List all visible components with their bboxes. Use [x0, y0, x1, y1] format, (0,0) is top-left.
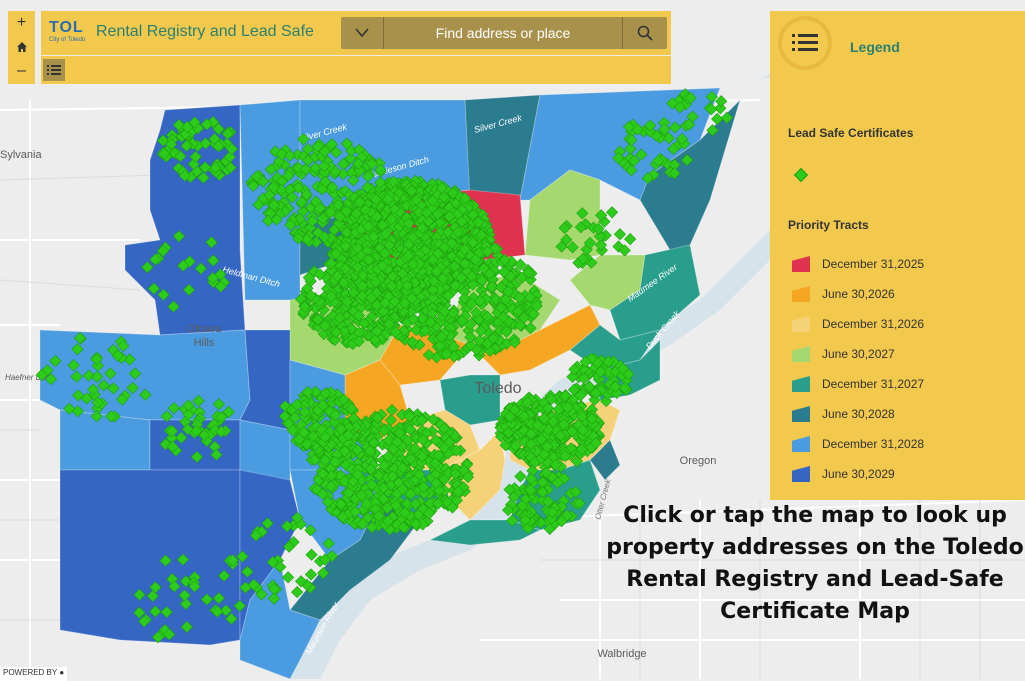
chevron-down-icon [355, 28, 369, 38]
legend-swatch [792, 256, 810, 272]
legend-item-label: December 31,2025 [822, 257, 925, 271]
legend-item: June 30,2028 [792, 404, 1022, 424]
legend-toggle-button[interactable] [778, 16, 832, 70]
legend-item-label: June 30,2026 [822, 287, 895, 301]
search-button[interactable] [622, 17, 667, 49]
place-label-sylvania: Sylvania [0, 149, 42, 161]
legend-item: December 31,2028 [792, 434, 1022, 454]
place-label-oregon: Oregon [680, 455, 717, 467]
legend-item: June 30,2027 [792, 344, 1022, 364]
place-label-toledo: Toledo [474, 380, 521, 397]
legend-item: December 31,2025 [792, 254, 1022, 274]
zoom-in-button[interactable]: + [8, 11, 35, 35]
legend-swatch [792, 316, 810, 332]
app-title: Rental Registry and Lead Safe [96, 23, 314, 40]
legend-swatch [792, 406, 810, 422]
powered-by-text: POWERED BY [3, 668, 58, 677]
legend-swatch [792, 286, 810, 302]
legend-swatch [792, 376, 810, 392]
legend-item-label: December 31,2026 [822, 317, 925, 331]
legend-item-label: June 30,2028 [822, 407, 895, 421]
zoom-control: + – [8, 11, 35, 84]
city-logo[interactable]: TOL City of Toledo [49, 20, 89, 46]
esri-logo-icon: ● [59, 668, 65, 677]
legend-swatch [792, 466, 810, 482]
search-icon [637, 25, 653, 41]
list-icon [792, 34, 818, 51]
legend-title: Legend [850, 39, 900, 55]
search-source-dropdown[interactable] [341, 17, 384, 49]
toolbar [41, 56, 671, 84]
legend-panel: Legend Lead Safe Certificates Priority T… [770, 11, 1025, 500]
home-icon [16, 42, 27, 52]
search-box [341, 17, 667, 49]
logo-subtext: City of Toledo [49, 37, 86, 43]
legend-heading-priority-tracts: Priority Tracts [788, 218, 869, 232]
legend-item: June 30,2029 [792, 464, 1022, 484]
legend-item-label: June 30,2027 [822, 347, 895, 361]
list-icon [47, 65, 61, 75]
logo-text: TOL [49, 19, 84, 36]
layer-list-button[interactable] [43, 59, 65, 81]
lead-safe-symbol [793, 167, 809, 183]
zoom-out-button[interactable]: – [8, 59, 35, 83]
legend-item: December 31,2027 [792, 374, 1022, 394]
legend-swatch [792, 346, 810, 362]
legend-item: December 31,2026 [792, 314, 1022, 334]
place-label-walbridge: Walbridge [597, 648, 646, 660]
app-header: TOL City of Toledo Rental Registry and L… [41, 11, 671, 55]
legend-item-label: June 30,2029 [822, 467, 895, 481]
legend-swatch [792, 436, 810, 452]
legend-item: June 30,2026 [792, 284, 1022, 304]
legend-item-label: December 31,2028 [822, 437, 925, 451]
legend-item-label: December 31,2027 [822, 377, 925, 391]
search-input[interactable] [384, 17, 622, 49]
legend-heading-lead-safe: Lead Safe Certificates [788, 126, 914, 140]
home-button[interactable] [8, 35, 35, 59]
map-instructions: Click or tap the map to look up property… [606, 503, 1024, 624]
